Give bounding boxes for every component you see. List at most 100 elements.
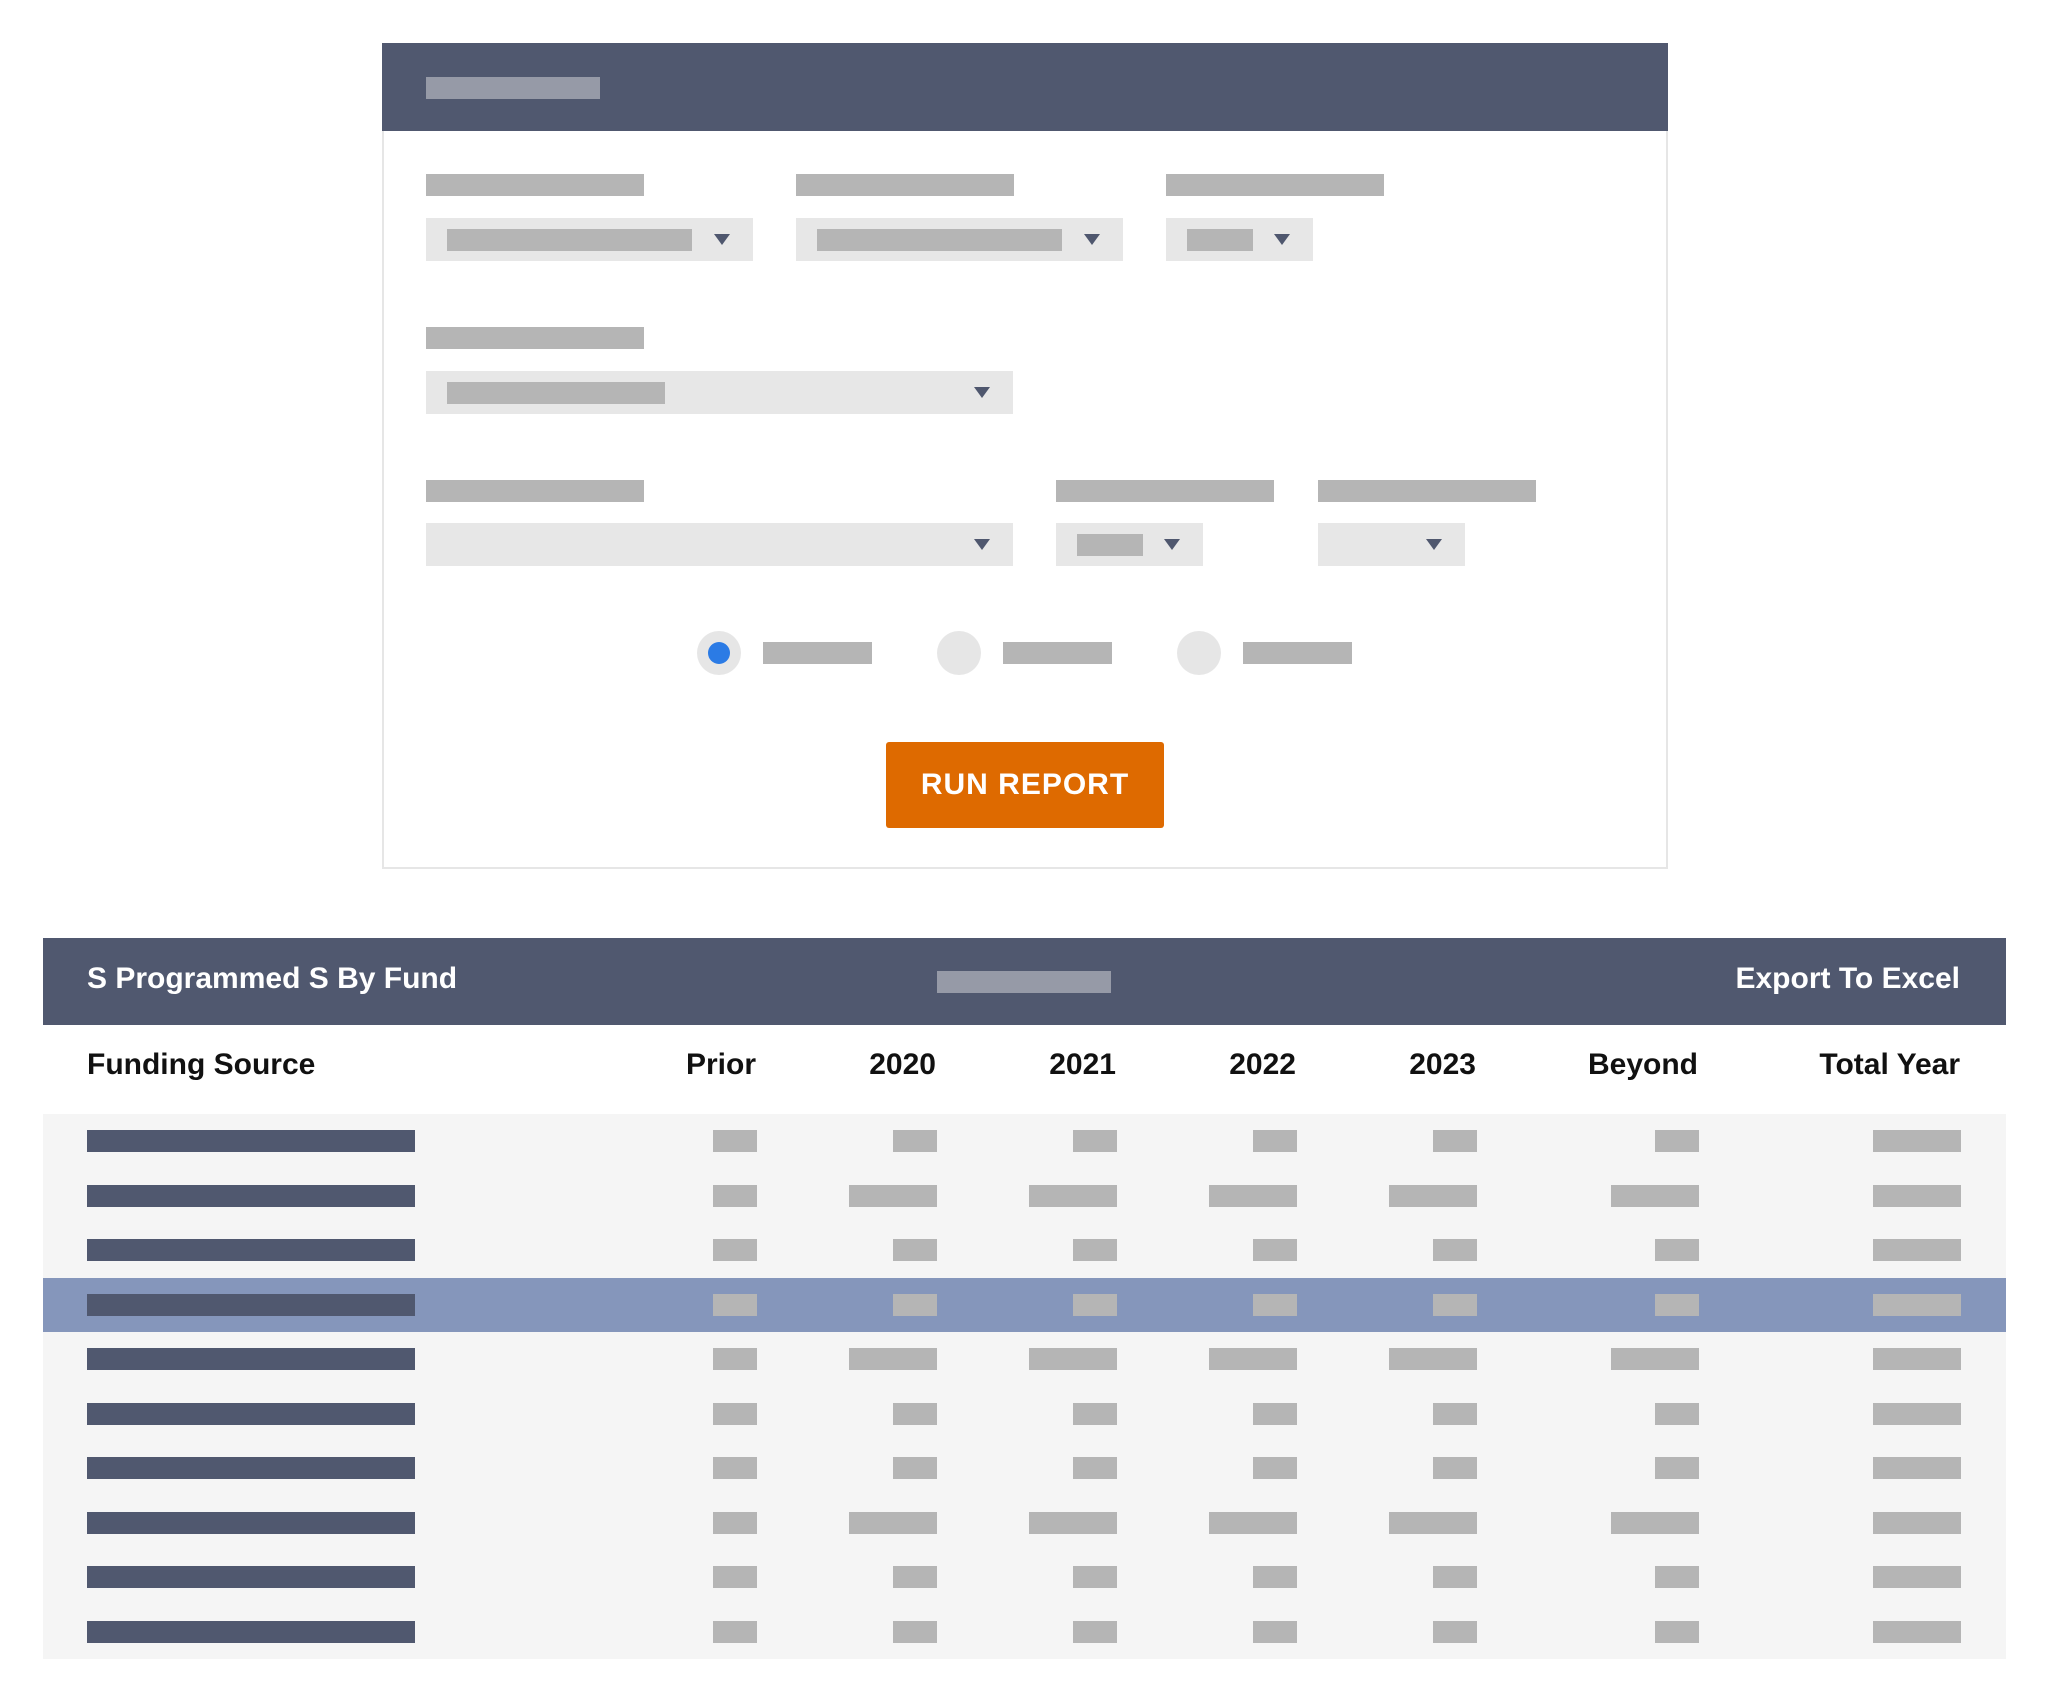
funding-source-cell	[87, 1184, 415, 1207]
value-cell	[1073, 1566, 1117, 1588]
dropdown-2[interactable]	[796, 218, 1123, 261]
funding-source-cell	[87, 1620, 415, 1643]
value-cell	[1029, 1348, 1117, 1370]
field-label	[1056, 480, 1274, 502]
value-cell	[893, 1293, 937, 1316]
value-cell	[1209, 1511, 1297, 1534]
header-subtitle	[937, 971, 1111, 993]
chevron-down-icon	[714, 234, 730, 245]
value-cell	[1611, 1184, 1699, 1207]
filter-card-title	[426, 77, 600, 99]
radio-option-1[interactable]	[697, 631, 741, 675]
radio-dot-icon	[708, 642, 730, 664]
table-row[interactable]	[43, 1550, 2006, 1605]
value-cell	[1433, 1239, 1477, 1261]
value-cell	[849, 1511, 937, 1534]
field-label	[426, 174, 644, 196]
column-header-total-year[interactable]: Total Year	[1819, 1048, 1960, 1082]
table-row[interactable]	[43, 1332, 2006, 1387]
column-header-2021[interactable]: 2021	[1049, 1048, 1116, 1082]
value-cell	[713, 1184, 757, 1207]
value-cell	[1073, 1620, 1117, 1643]
value-cell	[1433, 1130, 1477, 1152]
value-cell	[1073, 1402, 1117, 1425]
funding-source-cell	[87, 1239, 415, 1261]
dropdown-5[interactable]	[426, 523, 1013, 566]
funding-source-cell	[87, 1511, 415, 1534]
value-cell	[1873, 1511, 1961, 1534]
chevron-down-icon	[974, 387, 990, 398]
value-cell	[1073, 1130, 1117, 1152]
value-cell	[1873, 1184, 1961, 1207]
column-header-2023[interactable]: 2023	[1409, 1048, 1476, 1082]
field-label	[1166, 174, 1384, 196]
field-label	[426, 480, 644, 502]
value-cell	[1389, 1184, 1477, 1207]
value-cell	[1433, 1402, 1477, 1425]
value-cell	[893, 1457, 937, 1479]
run-report-button[interactable]: RUN REPORT	[886, 742, 1164, 828]
field-label	[426, 327, 644, 349]
value-cell	[893, 1239, 937, 1261]
report-title: S Programmed S By Fund	[87, 962, 458, 995]
value-cell	[1433, 1620, 1477, 1643]
dropdown-6[interactable]	[1056, 523, 1203, 566]
dropdown-4[interactable]	[426, 371, 1013, 414]
radio-option-3[interactable]	[1177, 631, 1221, 675]
export-to-excel-link[interactable]: Export To Excel	[1735, 962, 1960, 996]
table-row[interactable]	[43, 1114, 2006, 1169]
dropdown-value	[1077, 534, 1143, 556]
field-label	[1318, 480, 1536, 502]
column-header-prior[interactable]: Prior	[686, 1048, 756, 1082]
value-cell	[1873, 1402, 1961, 1425]
value-cell	[1433, 1293, 1477, 1316]
funding-source-cell	[87, 1130, 415, 1152]
table-row[interactable]	[43, 1605, 2006, 1660]
chevron-down-icon	[974, 539, 990, 550]
dropdown-3[interactable]	[1166, 218, 1313, 261]
value-cell	[1873, 1620, 1961, 1643]
radio-option-2[interactable]	[937, 631, 981, 675]
value-cell	[1209, 1348, 1297, 1370]
table-row[interactable]	[43, 1496, 2006, 1551]
value-cell	[1655, 1402, 1699, 1425]
value-cell	[1253, 1566, 1297, 1588]
dropdown-value	[447, 382, 665, 404]
column-header-beyond[interactable]: Beyond	[1588, 1048, 1698, 1082]
value-cell	[1253, 1620, 1297, 1643]
column-header-2020[interactable]: 2020	[869, 1048, 936, 1082]
dropdown-1[interactable]	[426, 218, 753, 261]
funding-source-cell	[87, 1348, 415, 1370]
dropdown-7[interactable]	[1318, 523, 1465, 566]
value-cell	[1253, 1402, 1297, 1425]
value-cell	[1655, 1293, 1699, 1316]
funding-source-cell	[87, 1457, 415, 1479]
table-row[interactable]	[43, 1441, 2006, 1496]
column-header-2022[interactable]: 2022	[1229, 1048, 1296, 1082]
value-cell	[849, 1348, 937, 1370]
table-row[interactable]	[43, 1223, 2006, 1278]
value-cell	[1253, 1239, 1297, 1261]
table-row[interactable]	[43, 1277, 2006, 1332]
value-cell	[713, 1457, 757, 1479]
value-cell	[1873, 1239, 1961, 1261]
funding-source-cell	[87, 1293, 415, 1316]
value-cell	[1611, 1348, 1699, 1370]
value-cell	[1389, 1348, 1477, 1370]
value-cell	[1253, 1293, 1297, 1316]
dropdown-value	[1187, 229, 1253, 251]
value-cell	[1873, 1130, 1961, 1152]
chevron-down-icon	[1084, 234, 1100, 245]
chevron-down-icon	[1426, 539, 1442, 550]
value-cell	[713, 1566, 757, 1588]
value-cell	[713, 1130, 757, 1152]
value-cell	[713, 1293, 757, 1316]
value-cell	[1253, 1457, 1297, 1479]
value-cell	[1873, 1457, 1961, 1479]
value-cell	[1655, 1239, 1699, 1261]
value-cell	[1433, 1566, 1477, 1588]
value-cell	[1253, 1130, 1297, 1152]
column-header-funding-source[interactable]: Funding Source	[87, 1048, 315, 1082]
table-row[interactable]	[43, 1387, 2006, 1442]
table-row[interactable]	[43, 1169, 2006, 1224]
